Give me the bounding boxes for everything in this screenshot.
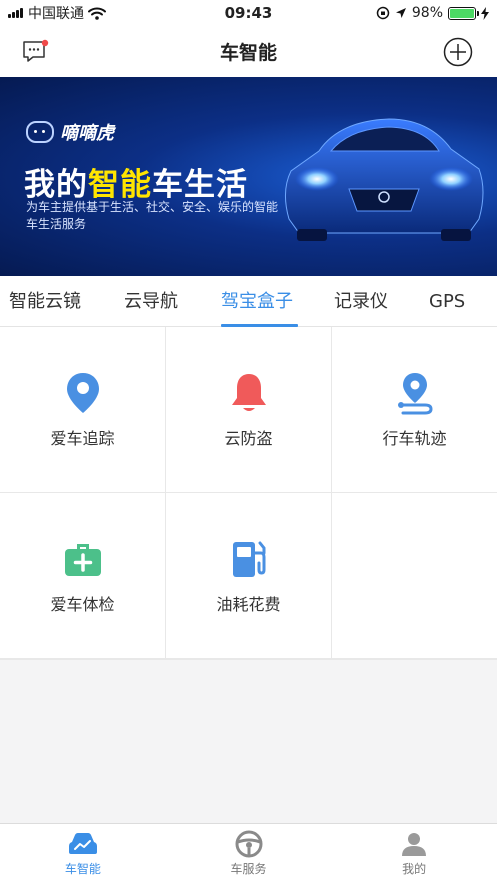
feature-driving-track[interactable]: 行车轨迹 [332, 327, 497, 492]
add-button[interactable] [443, 37, 473, 67]
banner-headline: 我的智能车生活 [24, 159, 248, 204]
brand-name: 嘀嘀虎 [60, 123, 114, 144]
feature-grid: 爱车追踪 云防盗 行车轨迹 爱车体检 油耗花费 [0, 327, 497, 660]
tabbar-mine[interactable]: 我的 [331, 824, 497, 883]
tabbar-car-smart[interactable]: 车智能 [0, 824, 166, 883]
brand: 嘀嘀虎 [26, 119, 114, 145]
status-bar: 中国联通 09:43 98% [0, 0, 497, 26]
carrier-name: 中国联通 [28, 6, 84, 22]
tab-recorder[interactable]: 记录仪 [334, 276, 388, 327]
feature-label: 行车轨迹 [382, 428, 447, 448]
feature-car-tracking[interactable]: 爱车追踪 [0, 327, 165, 492]
feature-anti-theft[interactable]: 云防盗 [166, 327, 331, 492]
status-time: 09:43 [224, 4, 273, 22]
user-icon [399, 831, 429, 857]
category-tabs: 智能云镜 云导航 驾宝盒子 记录仪 GPS [0, 276, 497, 327]
tabbar-label: 车智能 [64, 861, 101, 876]
location-pin-icon [61, 371, 105, 415]
orientation-lock-icon [376, 6, 390, 20]
tab-gps[interactable]: GPS [429, 276, 465, 327]
brand-logo-icon [26, 121, 54, 143]
car-image [285, 118, 484, 241]
message-button[interactable] [22, 39, 50, 65]
medical-kit-icon [61, 537, 105, 581]
feature-fuel-cost[interactable]: 油耗花费 [166, 493, 331, 658]
feature-car-checkup[interactable]: 爱车体检 [0, 493, 165, 658]
tabbar-label: 车服务 [230, 861, 267, 876]
signal-icon [8, 8, 24, 18]
status-right: 98% [327, 5, 497, 21]
empty-cell [332, 493, 497, 658]
battery-icon [448, 6, 479, 20]
tabbar-car-service[interactable]: 车服务 [166, 824, 332, 883]
headline-prefix: 我的 [24, 167, 88, 203]
banner-description: 为车主提供基于生活、社交、安全、娱乐的智能车生活服务 [26, 200, 279, 231]
headline-suffix: 车生活 [152, 167, 248, 203]
charging-icon [481, 6, 489, 20]
feature-label: 油耗花费 [216, 594, 281, 614]
bottom-tab-bar: 车智能 车服务 我的 [0, 823, 497, 883]
wifi-icon [88, 7, 106, 20]
plus-circle-icon [443, 37, 473, 67]
tab-smart-mirror[interactable]: 智能云镜 [9, 276, 81, 327]
message-icon [23, 39, 49, 62]
feature-label: 爱车追踪 [50, 428, 115, 448]
route-icon [393, 371, 437, 415]
tab-driving-box[interactable]: 驾宝盒子 [221, 276, 293, 327]
nav-bar: 车智能 [0, 26, 497, 77]
steering-wheel-icon [234, 830, 264, 857]
feature-label: 云防盗 [224, 428, 273, 448]
feature-label: 爱车体检 [50, 594, 115, 614]
page-title: 车智能 [219, 42, 277, 64]
fuel-pump-icon [227, 537, 271, 581]
tab-cloud-navigation[interactable]: 云导航 [124, 276, 178, 327]
tabbar-label: 我的 [402, 861, 427, 876]
promo-banner[interactable]: 嘀嘀虎 我的智能车生活 为车主提供基于生活、社交、安全、娱乐的智能车生活服务 [0, 77, 497, 276]
bell-icon [227, 371, 271, 415]
battery-percent: 98% [411, 5, 443, 21]
status-left: 中国联通 [0, 3, 170, 23]
headline-highlight: 智能 [88, 167, 152, 203]
car-icon [68, 831, 98, 857]
location-arrow-icon [395, 8, 406, 18]
